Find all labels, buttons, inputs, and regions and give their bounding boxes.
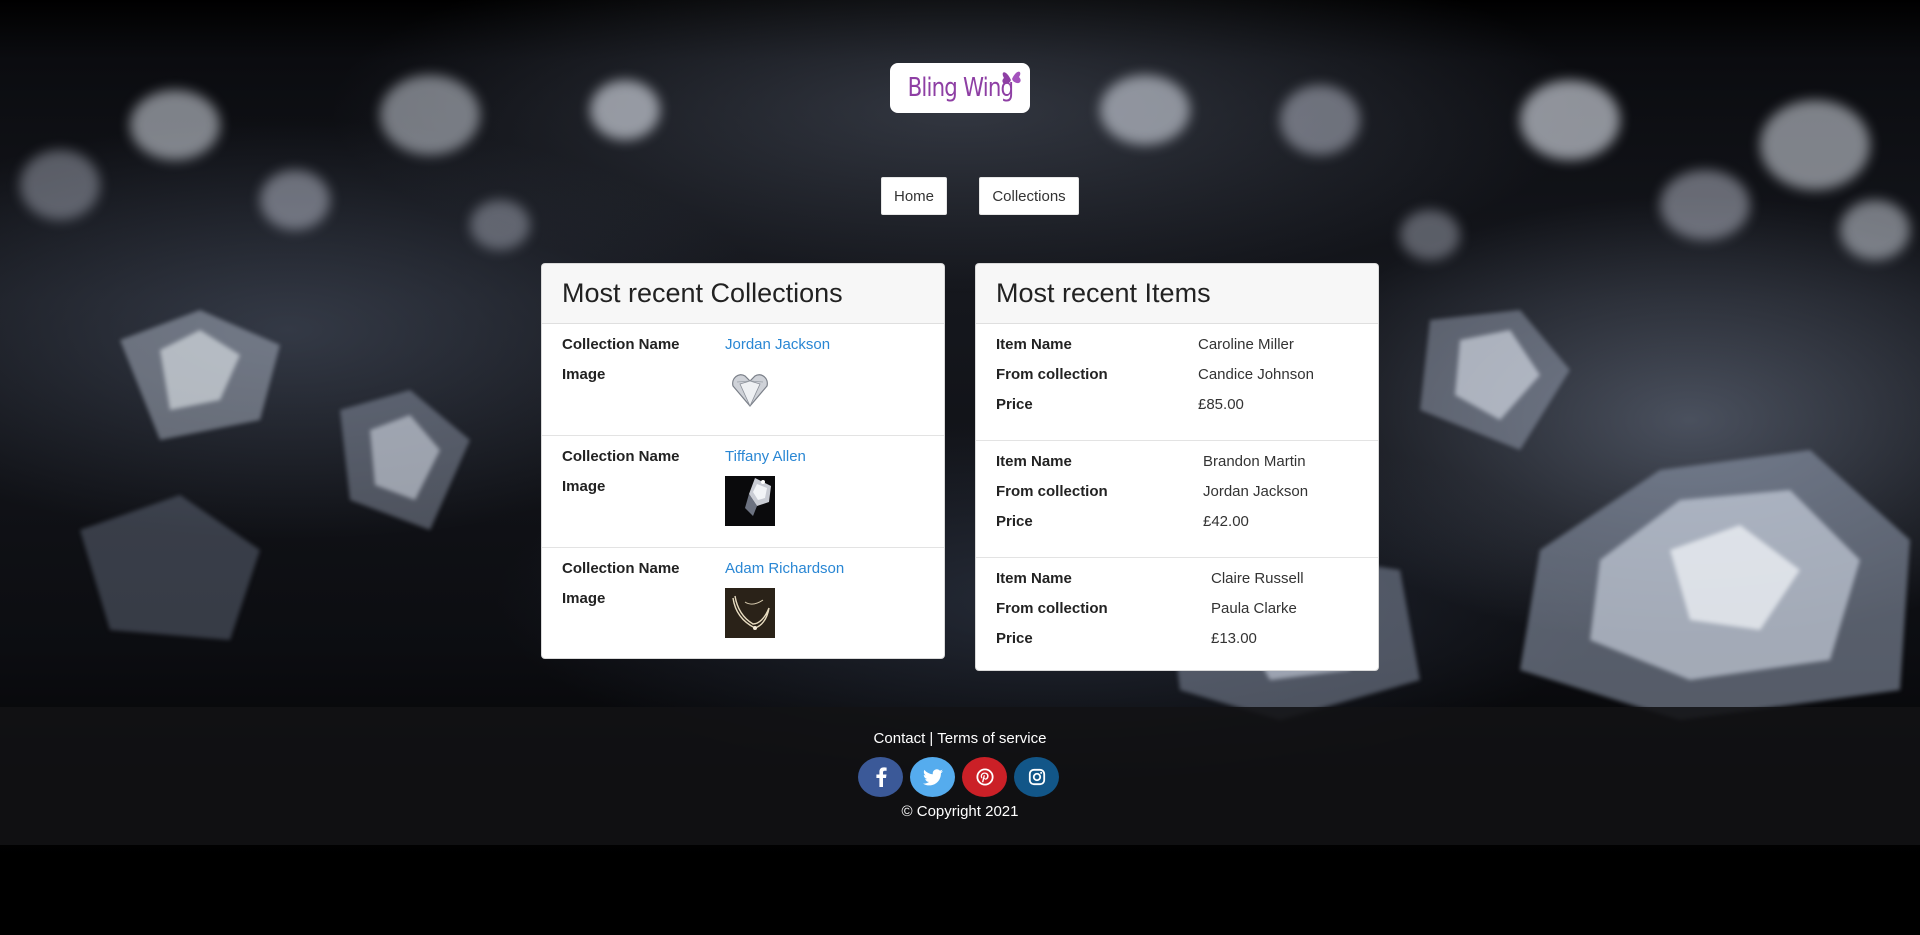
card-title: Most recent Collections [562,278,843,308]
collection-name-label: Collection Name [562,448,680,465]
item-entry: Item Name Caroline Miller From collectio… [976,324,1378,441]
terms-link[interactable]: Terms of service [937,730,1046,747]
item-name-label: Item Name [996,453,1072,470]
card-title: Most recent Items [996,278,1211,308]
price-value: £85.00 [1198,396,1244,413]
pinterest-icon[interactable] [962,757,1007,797]
recent-collections-card: Most recent Collections Collection Name … [541,263,945,659]
item-entry: Item Name Claire Russell From collection… [976,558,1378,670]
collection-entry: Collection Name Jordan Jackson Image [542,324,944,436]
collection-entry: Collection Name Tiffany Allen Image [542,436,944,548]
recent-items-card: Most recent Items Item Name Caroline Mil… [975,263,1379,671]
site-logo[interactable]: Bling Wing [890,63,1030,113]
price-value: £42.00 [1203,513,1249,530]
from-collection-label: From collection [996,483,1108,500]
butterfly-icon [1002,71,1021,84]
collection-name-link[interactable]: Adam Richardson [725,560,844,577]
collection-name-link[interactable]: Jordan Jackson [725,336,830,353]
instagram-icon[interactable] [1014,757,1059,797]
logo-text: Bling Wing [907,73,1013,103]
from-collection-value: Paula Clarke [1211,600,1297,617]
nav-home-button[interactable]: Home [881,177,947,215]
footer-separator: | [929,730,934,747]
site-footer: Contact | Terms of service © Copyright 2… [0,707,1920,845]
collection-entry: Collection Name Adam Richardson Image [542,548,944,658]
facebook-icon[interactable] [858,757,903,797]
card-header: Most recent Collections [542,264,944,324]
footer-links: Contact | Terms of service [0,730,1920,747]
collection-name-label: Collection Name [562,336,680,353]
from-collection-value: Candice Johnson [1198,366,1314,383]
heart-diamond-image[interactable] [725,364,775,414]
price-value: £13.00 [1211,630,1257,647]
from-collection-label: From collection [996,366,1108,383]
collection-name-link[interactable]: Tiffany Allen [725,448,806,465]
from-collection-value: Jordan Jackson [1203,483,1309,500]
necklace-image[interactable] [725,588,775,638]
card-header: Most recent Items [976,264,1378,324]
item-name-value: Claire Russell [1211,570,1304,587]
image-label: Image [562,478,606,495]
contact-link[interactable]: Contact [874,730,926,747]
image-label: Image [562,366,606,383]
item-name-value: Caroline Miller [1198,336,1294,353]
diamond-dark-image[interactable] [725,476,775,526]
item-name-label: Item Name [996,570,1072,587]
nav-collections-button[interactable]: Collections [979,177,1079,215]
price-label: Price [996,513,1033,530]
from-collection-label: From collection [996,600,1108,617]
price-label: Price [996,396,1033,413]
main-nav: Home Collections [0,177,1920,215]
item-entry: Item Name Brandon Martin From collection… [976,441,1378,558]
copyright-text: © Copyright 2021 [901,803,1019,820]
collection-name-label: Collection Name [562,560,680,577]
twitter-icon[interactable] [910,757,955,797]
item-name-label: Item Name [996,336,1072,353]
item-name-value: Brandon Martin [1203,453,1306,470]
price-label: Price [996,630,1033,647]
image-label: Image [562,590,606,607]
social-links [858,757,1059,797]
